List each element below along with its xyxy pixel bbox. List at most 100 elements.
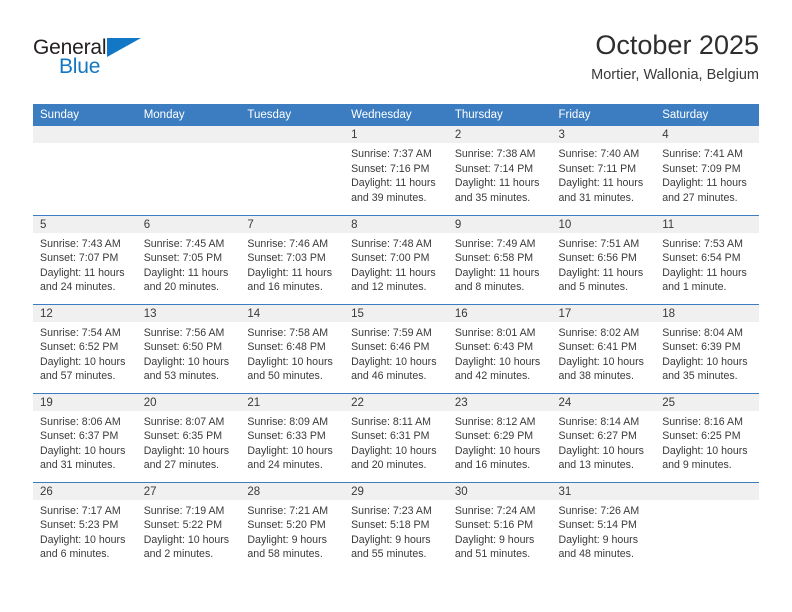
day-number: 12 bbox=[33, 304, 137, 322]
sunset-text: Sunset: 6:43 PM bbox=[454, 341, 534, 354]
daylight-text-2: and 1 minute. bbox=[662, 281, 727, 294]
daylight-text-2: and 13 minutes. bbox=[558, 459, 634, 472]
day-details: Sunrise: 7:17 AM Sunset: 5:23 PM Daylight:… bbox=[33, 500, 137, 562]
day-number: 7 bbox=[240, 215, 345, 233]
daylight-text-2: and 51 minutes. bbox=[454, 548, 531, 561]
calendar-day-cell[interactable]: 7 Sunrise: 7:46 AM Sunset: 7:03 PM Daylight… bbox=[240, 214, 345, 304]
day-details: Sunrise: 7:54 AM Sunset: 6:52 PM Daylight:… bbox=[33, 322, 137, 384]
day-number bbox=[655, 482, 759, 500]
calendar-day-cell[interactable]: 26 Sunrise: 7:17 AM Sunset: 5:23 PM Dayligh… bbox=[33, 481, 137, 571]
calendar-day-cell[interactable]: 12 Sunrise: 7:54 AM Sunset: 6:52 PM Dayligh… bbox=[33, 303, 137, 393]
daylight-text-2: and 8 minutes. bbox=[454, 281, 525, 294]
weekday-header-row: Sunday Monday Tuesday Wednesday Thursday Frid… bbox=[33, 104, 759, 126]
daylight-text-1: Daylight: 10 hours bbox=[662, 444, 748, 457]
page-header: General Blue October 2025 Mortier, Wallo… bbox=[33, 28, 759, 96]
day-number: 15 bbox=[344, 304, 448, 322]
calendar-day-cell[interactable]: 27 Sunrise: 7:19 AM Sunset: 5:22 PM Dayligh… bbox=[136, 481, 241, 571]
sunset-text: Sunset: 7:05 PM bbox=[143, 252, 223, 265]
sunrise-text: Sunrise: 8:06 AM bbox=[40, 415, 121, 428]
day-number: 29 bbox=[344, 482, 448, 500]
daylight-text-1: Daylight: 9 hours bbox=[454, 533, 535, 546]
daylight-text-2: and 20 minutes. bbox=[351, 459, 427, 472]
calendar-day-cell[interactable]: 4 Sunrise: 7:41 AM Sunset: 7:09 PM Daylight… bbox=[655, 126, 759, 215]
calendar-day-cell[interactable]: 30 Sunrise: 7:24 AM Sunset: 5:16 PM Dayligh… bbox=[447, 481, 552, 571]
daylight-text-1: Daylight: 11 hours bbox=[454, 266, 540, 279]
sunrise-text: Sunrise: 7:17 AM bbox=[40, 504, 121, 517]
calendar-day-cell[interactable]: 5 Sunrise: 7:43 AM Sunset: 7:07 PM Daylight… bbox=[33, 214, 137, 304]
location-subtitle: Mortier, Wallonia, Belgium bbox=[591, 67, 759, 83]
generalblue-logo[interactable]: General Blue bbox=[33, 36, 173, 88]
day-number bbox=[136, 126, 241, 143]
sunset-text: Sunset: 5:23 PM bbox=[40, 519, 119, 532]
sunrise-text: Sunrise: 7:43 AM bbox=[40, 237, 121, 250]
calendar-day-cell[interactable]: 6 Sunrise: 7:45 AM Sunset: 7:05 PM Daylight… bbox=[136, 214, 241, 304]
sunrise-text: Sunrise: 7:54 AM bbox=[40, 326, 121, 339]
calendar-day-cell[interactable]: 23 Sunrise: 8:12 AM Sunset: 6:29 PM Dayligh… bbox=[447, 392, 552, 482]
calendar-day-cell[interactable]: 17 Sunrise: 8:02 AM Sunset: 6:41 PM Dayligh… bbox=[551, 303, 656, 393]
sunrise-text: Sunrise: 7:24 AM bbox=[454, 504, 536, 517]
logo-text-blue: Blue bbox=[59, 55, 101, 78]
daylight-text-2: and 20 minutes. bbox=[143, 281, 220, 294]
calendar-day-cell[interactable]: 1 Sunrise: 7:37 AM Sunset: 7:16 PM Daylight… bbox=[344, 126, 448, 215]
sunrise-text: Sunrise: 7:41 AM bbox=[662, 148, 743, 160]
sunrise-text: Sunrise: 7:49 AM bbox=[454, 237, 536, 250]
calendar-day-cell[interactable]: 24 Sunrise: 8:14 AM Sunset: 6:27 PM Dayligh… bbox=[551, 392, 656, 482]
daylight-text-1: Daylight: 11 hours bbox=[247, 266, 333, 279]
daylight-text-2: and 12 minutes. bbox=[351, 281, 427, 294]
day-details: Sunrise: 8:14 AM Sunset: 6:27 PM Daylight:… bbox=[552, 411, 656, 473]
calendar-day-cell[interactable]: 29 Sunrise: 7:23 AM Sunset: 5:18 PM Dayligh… bbox=[344, 481, 448, 571]
calendar-day-cell[interactable]: 31 Sunrise: 7:26 AM Sunset: 5:14 PM Dayligh… bbox=[551, 481, 656, 571]
calendar-day-cell[interactable]: 10 Sunrise: 7:51 AM Sunset: 6:56 PM Dayligh… bbox=[551, 214, 656, 304]
daylight-text-2: and 38 minutes. bbox=[558, 370, 634, 383]
calendar-day-cell[interactable]: 11 Sunrise: 7:53 AM Sunset: 6:54 PM Dayligh… bbox=[655, 214, 759, 304]
daylight-text-1: Daylight: 11 hours bbox=[40, 266, 125, 279]
calendar-day-cell[interactable]: 8 Sunrise: 7:48 AM Sunset: 7:00 PM Daylight… bbox=[344, 214, 448, 304]
sunset-text: Sunset: 7:03 PM bbox=[247, 252, 326, 265]
calendar-day-cell[interactable]: 2 Sunrise: 7:38 AM Sunset: 7:14 PM Daylight… bbox=[447, 126, 552, 215]
daylight-text-1: Daylight: 10 hours bbox=[143, 355, 230, 368]
daylight-text-1: Daylight: 10 hours bbox=[351, 444, 437, 457]
sunrise-text: Sunrise: 7:21 AM bbox=[247, 504, 329, 517]
calendar-day-cell-empty bbox=[240, 126, 345, 215]
calendar-day-cell[interactable]: 15 Sunrise: 7:59 AM Sunset: 6:46 PM Dayligh… bbox=[344, 303, 448, 393]
calendar-day-cell[interactable]: 25 Sunrise: 8:16 AM Sunset: 6:25 PM Dayligh… bbox=[655, 392, 759, 482]
sunset-text: Sunset: 6:58 PM bbox=[454, 252, 534, 265]
day-number: 17 bbox=[551, 304, 656, 322]
sunset-text: Sunset: 7:00 PM bbox=[351, 252, 430, 265]
calendar-day-cell[interactable]: 21 Sunrise: 8:09 AM Sunset: 6:33 PM Dayligh… bbox=[240, 392, 345, 482]
day-details: Sunrise: 8:09 AM Sunset: 6:33 PM Daylight:… bbox=[240, 411, 344, 473]
sunrise-text: Sunrise: 7:59 AM bbox=[351, 326, 432, 339]
calendar-day-cell[interactable]: 9 Sunrise: 7:49 AM Sunset: 6:58 PM Daylight… bbox=[447, 214, 552, 304]
calendar-day-cell[interactable]: 14 Sunrise: 7:58 AM Sunset: 6:48 PM Dayligh… bbox=[240, 303, 345, 393]
calendar-day-cell[interactable]: 3 Sunrise: 7:40 AM Sunset: 7:11 PM Daylight… bbox=[551, 126, 656, 215]
sunrise-text: Sunrise: 8:02 AM bbox=[558, 326, 640, 339]
day-number: 28 bbox=[240, 482, 345, 500]
calendar-day-cell[interactable]: 28 Sunrise: 7:21 AM Sunset: 5:20 PM Dayligh… bbox=[240, 481, 345, 571]
day-details: Sunrise: 7:56 AM Sunset: 6:50 PM Daylight:… bbox=[137, 322, 241, 384]
daylight-text-2: and 16 minutes. bbox=[454, 459, 531, 472]
calendar-day-cell[interactable]: 13 Sunrise: 7:56 AM Sunset: 6:50 PM Dayligh… bbox=[136, 303, 241, 393]
day-number: 8 bbox=[344, 215, 448, 233]
calendar-day-cell[interactable]: 20 Sunrise: 8:07 AM Sunset: 6:35 PM Dayligh… bbox=[136, 392, 241, 482]
calendar-day-cell[interactable]: 19 Sunrise: 8:06 AM Sunset: 6:37 PM Dayligh… bbox=[33, 392, 137, 482]
sunrise-text: Sunrise: 7:37 AM bbox=[351, 148, 432, 160]
calendar-day-cell[interactable]: 16 Sunrise: 8:01 AM Sunset: 6:43 PM Dayligh… bbox=[447, 303, 552, 393]
day-details: Sunrise: 7:51 AM Sunset: 6:56 PM Daylight:… bbox=[552, 233, 656, 295]
day-number: 19 bbox=[33, 393, 137, 411]
daylight-text-1: Daylight: 11 hours bbox=[351, 177, 436, 190]
day-number: 9 bbox=[447, 215, 552, 233]
day-details: Sunrise: 7:38 AM Sunset: 7:14 PM Daylight:… bbox=[448, 143, 552, 205]
daylight-text-2: and 31 minutes. bbox=[558, 191, 634, 204]
day-details: Sunrise: 8:06 AM Sunset: 6:37 PM Daylight:… bbox=[33, 411, 137, 473]
triangle-flag-icon bbox=[107, 38, 141, 57]
daylight-text-1: Daylight: 9 hours bbox=[558, 533, 639, 546]
day-number: 13 bbox=[136, 304, 241, 322]
day-number: 6 bbox=[136, 215, 241, 233]
sunrise-text: Sunrise: 8:11 AM bbox=[351, 415, 431, 428]
day-number: 2 bbox=[447, 126, 552, 143]
calendar-day-cell[interactable]: 22 Sunrise: 8:11 AM Sunset: 6:31 PM Dayligh… bbox=[344, 392, 448, 482]
daylight-text-1: Daylight: 9 hours bbox=[247, 533, 327, 546]
daylight-text-1: Daylight: 11 hours bbox=[351, 266, 436, 279]
calendar-day-cell[interactable]: 18 Sunrise: 8:04 AM Sunset: 6:39 PM Dayligh… bbox=[655, 303, 759, 393]
daylight-text-2: and 24 minutes. bbox=[40, 281, 116, 294]
